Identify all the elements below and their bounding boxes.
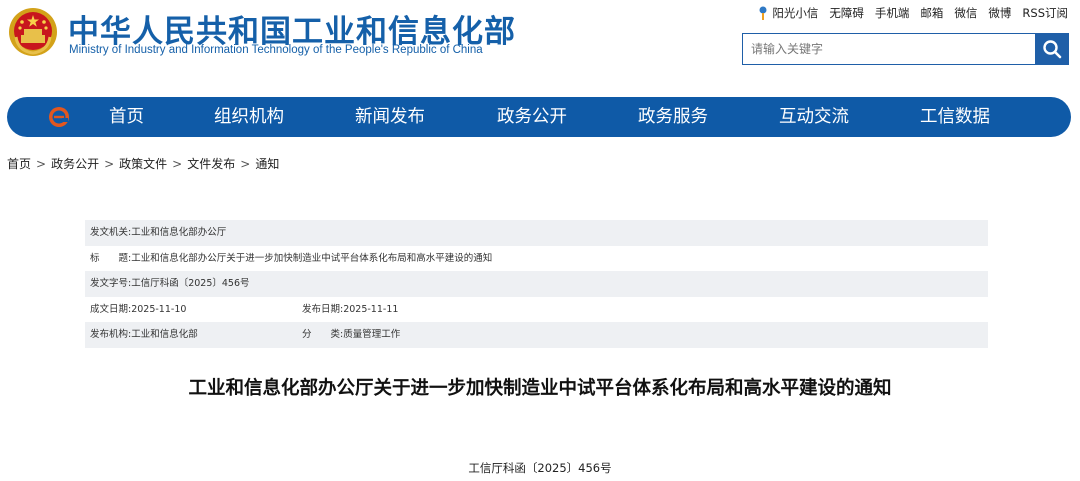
- search-icon: [1042, 40, 1061, 59]
- issuer-value: 工业和信息化部办公厅: [131, 227, 227, 238]
- category-value: 质量管理工作: [343, 329, 401, 340]
- org-cell: 发布机构: 工业和信息化部: [90, 322, 302, 348]
- category-cell: 分 类: 质量管理工作: [302, 322, 400, 348]
- toplink-mobile[interactable]: 手机端: [875, 5, 910, 21]
- toplink-sunshine[interactable]: 阳光小信: [757, 5, 818, 21]
- docno-value: 工信厅科函〔2025〕456号: [131, 278, 250, 289]
- info-row-org: 发布机构: 工业和信息化部 分 类: 质量管理工作: [85, 322, 988, 348]
- breadcrumb-notice[interactable]: 通知: [255, 157, 279, 171]
- article-title: 工业和信息化部办公厅关于进一步加快制造业中试平台体系化布局和高水平建设的通知: [188, 378, 892, 399]
- info-row-docno: 发文字号: 工信厅科函〔2025〕456号: [85, 271, 988, 297]
- nav-item-interaction[interactable]: 互动交流: [779, 97, 849, 137]
- title-label: 标 题:: [90, 252, 132, 264]
- breadcrumb-separator: >: [104, 157, 115, 171]
- site-subtitle: Ministry of Industry and Information Tec…: [69, 44, 483, 56]
- sunshine-icon: [759, 6, 767, 20]
- published-date-label: 发布日期:: [302, 303, 344, 315]
- search-input[interactable]: [743, 34, 1035, 64]
- info-row-title: 标 题: 工业和信息化部办公厅关于进一步加快制造业中试平台体系化布局和高水平建设…: [85, 245, 988, 271]
- org-label: 发布机构:: [90, 329, 132, 340]
- written-date-value: 2025-11-10: [131, 303, 187, 315]
- breadcrumb-separator: >: [240, 157, 251, 171]
- title-value: 工业和信息化部办公厅关于进一步加快制造业中试平台体系化布局和高水平建设的通知: [131, 252, 493, 264]
- breadcrumb-document-release[interactable]: 文件发布: [187, 157, 235, 171]
- breadcrumb-separator: >: [172, 157, 183, 171]
- e-logo-icon[interactable]: [48, 106, 70, 128]
- toplink-wechat[interactable]: 微信: [954, 5, 977, 21]
- breadcrumb-separator: >: [36, 157, 47, 171]
- org-value: 工业和信息化部: [131, 329, 198, 340]
- toplink-rss[interactable]: RSS订阅: [1022, 5, 1068, 21]
- top-links: 阳光小信 无障碍 手机端 邮箱 微信 微博 RSS订阅: [757, 5, 1068, 21]
- breadcrumb: 首页 > 政务公开 > 政策文件 > 文件发布 > 通知: [7, 155, 279, 172]
- breadcrumb-government-affairs[interactable]: 政务公开: [51, 157, 99, 171]
- toplink-label: 阳光小信: [772, 6, 819, 20]
- toplink-accessibility[interactable]: 无障碍: [829, 5, 864, 21]
- national-emblem-icon: [9, 8, 57, 56]
- nav-item-services[interactable]: 政务服务: [638, 97, 708, 137]
- published-date-value: 2025-11-11: [343, 303, 399, 315]
- breadcrumb-home[interactable]: 首页: [7, 157, 31, 171]
- nav-item-home[interactable]: 首页: [109, 97, 144, 137]
- search-button[interactable]: [1035, 34, 1068, 64]
- info-row-issuer: 发文机关: 工业和信息化部办公厅: [85, 220, 988, 246]
- published-date-cell: 发布日期: 2025-11-11: [302, 297, 398, 323]
- issuer-label: 发文机关:: [90, 227, 132, 238]
- nav-item-organization[interactable]: 组织机构: [214, 97, 284, 137]
- written-date-label: 成文日期:: [90, 303, 132, 315]
- nav-item-government-affairs[interactable]: 政务公开: [497, 97, 567, 137]
- written-date-cell: 成文日期: 2025-11-10: [90, 297, 302, 323]
- breadcrumb-policy-documents[interactable]: 政策文件: [119, 157, 167, 171]
- document-info-table: 发文机关: 工业和信息化部办公厅 标 题: 工业和信息化部办公厅关于进一步加快制…: [85, 220, 988, 348]
- main-nav: 首页 组织机构 新闻发布 政务公开 政务服务 互动交流 工信数据: [7, 97, 1071, 137]
- search-box: [742, 33, 1069, 65]
- toplink-mail[interactable]: 邮箱: [920, 5, 943, 21]
- article-doc-number: 工信厅科函〔2025〕456号: [468, 461, 612, 475]
- category-label: 分 类:: [302, 329, 344, 340]
- nav-item-news[interactable]: 新闻发布: [355, 97, 425, 137]
- info-row-dates: 成文日期: 2025-11-10 发布日期: 2025-11-11: [85, 296, 988, 323]
- toplink-weibo[interactable]: 微博: [988, 5, 1011, 21]
- nav-item-data[interactable]: 工信数据: [920, 97, 990, 137]
- docno-label: 发文字号:: [90, 278, 132, 289]
